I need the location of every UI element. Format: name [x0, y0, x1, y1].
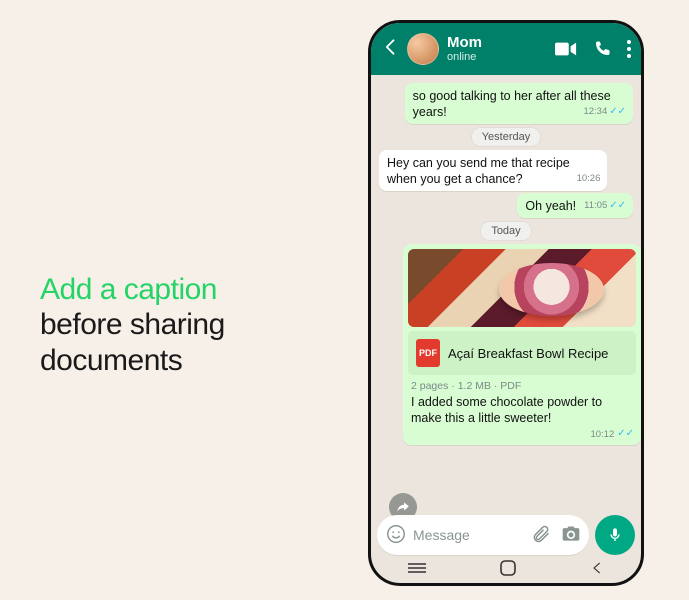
voice-call-icon[interactable]	[593, 40, 611, 58]
document-file-row[interactable]: PDF Açaí Breakfast Bowl Recipe	[408, 331, 636, 375]
message-received[interactable]: Hey can you send me that recipe when you…	[379, 150, 633, 191]
promo-headline: Add a caption before sharing documents	[40, 272, 225, 378]
contact-info[interactable]: Mom online	[447, 35, 482, 64]
message-time: 10:26	[577, 173, 601, 185]
message-text: Hey can you send me that recipe when you…	[387, 156, 570, 186]
message-sent[interactable]: Oh yeah! 11:05✓✓	[379, 193, 633, 218]
contact-name: Mom	[447, 35, 482, 52]
message-text: so good talking to her after all these y…	[413, 89, 611, 119]
read-ticks-icon: ✓✓	[609, 107, 626, 117]
phone-frame: Mom online so good talking to her after …	[368, 20, 644, 586]
back-arrow-icon[interactable]	[381, 37, 401, 62]
document-caption: I added some chocolate powder to make th…	[411, 394, 633, 427]
camera-icon[interactable]	[561, 524, 581, 547]
chat-thread: so good talking to her after all these y…	[371, 75, 641, 527]
pdf-icon: PDF	[416, 339, 440, 367]
date-separator: Today	[481, 222, 530, 240]
chat-header: Mom online	[371, 23, 641, 75]
contact-avatar[interactable]	[407, 33, 439, 65]
android-navbar	[371, 557, 641, 583]
date-separator: Yesterday	[472, 128, 541, 146]
message-time: 12:34	[583, 106, 607, 118]
emoji-icon[interactable]	[385, 523, 407, 548]
document-message[interactable]: PDF Açaí Breakfast Bowl Recipe 2 pages ·…	[403, 244, 641, 445]
message-input[interactable]: Message	[377, 515, 589, 555]
read-ticks-icon: ✓✓	[617, 429, 634, 439]
read-ticks-icon: ✓✓	[609, 201, 626, 211]
attachment-icon[interactable]	[531, 524, 551, 547]
composer: Message	[371, 515, 641, 555]
headline-accent: Add a caption	[40, 273, 217, 306]
video-call-icon[interactable]	[555, 41, 577, 57]
more-menu-icon[interactable]	[627, 40, 631, 58]
nav-back-icon[interactable]	[590, 561, 604, 580]
headline-line: before sharing	[40, 308, 225, 341]
message-time: 11:05	[584, 200, 607, 212]
headline-line: documents	[40, 344, 182, 377]
document-preview-image	[408, 249, 636, 327]
document-info: 2 pages · 1.2 MB · PDF	[411, 380, 633, 392]
contact-status: online	[447, 51, 482, 63]
mic-button[interactable]	[595, 515, 635, 555]
message-placeholder: Message	[413, 527, 531, 543]
home-icon[interactable]	[500, 560, 516, 581]
message-time: 10:12	[590, 429, 614, 440]
message-text: Oh yeah!	[525, 199, 576, 213]
message-sent[interactable]: so good talking to her after all these y…	[379, 83, 633, 124]
recents-icon[interactable]	[408, 561, 426, 579]
document-title: Açaí Breakfast Bowl Recipe	[448, 346, 608, 361]
